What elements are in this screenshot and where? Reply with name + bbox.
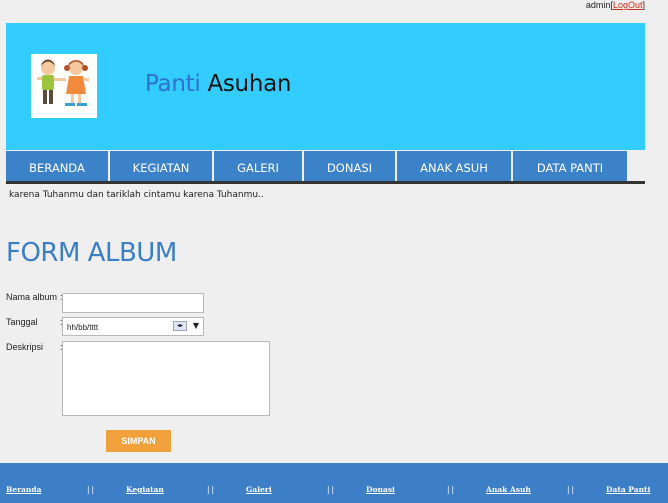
footer-link-anak-asuh[interactable]: Anak Asuh (486, 485, 531, 494)
site-title: Panti Asuhan (145, 69, 291, 99)
date-input[interactable]: hh/bb/tttt ◂▸ ▼ (62, 317, 204, 336)
date-spinner-icon[interactable]: ◂▸ (173, 321, 187, 331)
nav-data-panti[interactable]: DATA PANTI (513, 151, 627, 181)
bracket-close: ] (642, 0, 645, 10)
footer-link-beranda[interactable]: Beranda (6, 485, 41, 494)
footer-link-donasi[interactable]: Donasi (366, 485, 395, 494)
marquee-text: karena Tuhanmu dan tariklah cintamu kare… (9, 190, 264, 200)
album-name-input[interactable] (62, 293, 204, 313)
footer-separator: || (446, 485, 456, 494)
footer: Beranda || Kegiatan || Galeri || Donasi … (0, 463, 668, 503)
nav-beranda[interactable]: BERANDA (6, 151, 108, 181)
logout-link[interactable]: LogOut (613, 0, 643, 10)
footer-separator: || (566, 485, 576, 494)
page-title: FORM ALBUM (6, 238, 177, 268)
footer-separator: || (86, 485, 96, 494)
username: admin (585, 0, 611, 10)
user-bar: admin[LogOut] (586, 0, 645, 12)
name-label: Nama album (6, 292, 58, 302)
children-logo-icon (31, 54, 97, 118)
nav-kegiatan[interactable]: KEGIATAN (110, 151, 212, 181)
date-placeholder: hh/bb/tttt (67, 323, 99, 332)
date-label: Tanggal (6, 317, 38, 327)
site-header: Panti Asuhan (6, 23, 645, 150)
nav-galeri[interactable]: GALERI (214, 151, 302, 181)
nav-anak-asuh[interactable]: ANAK ASUH (397, 151, 511, 181)
description-textarea[interactable] (62, 341, 270, 416)
nav-donasi[interactable]: DONASI (304, 151, 395, 181)
save-button[interactable]: SIMPAN (106, 430, 171, 452)
site-title-part2: Asuhan (207, 71, 292, 97)
main-nav: BERANDA KEGIATAN GALERI DONASI ANAK ASUH… (6, 151, 645, 184)
footer-link-data-panti[interactable]: Data Panti (606, 485, 650, 494)
footer-link-galeri[interactable]: Galeri (246, 485, 272, 494)
footer-separator: || (206, 485, 216, 494)
desc-label: Deskripsi (6, 342, 44, 352)
site-title-part1: Panti (145, 71, 201, 97)
footer-link-kegiatan[interactable]: Kegiatan (126, 485, 164, 494)
footer-separator: || (326, 485, 336, 494)
chevron-down-icon[interactable]: ▼ (190, 319, 202, 333)
